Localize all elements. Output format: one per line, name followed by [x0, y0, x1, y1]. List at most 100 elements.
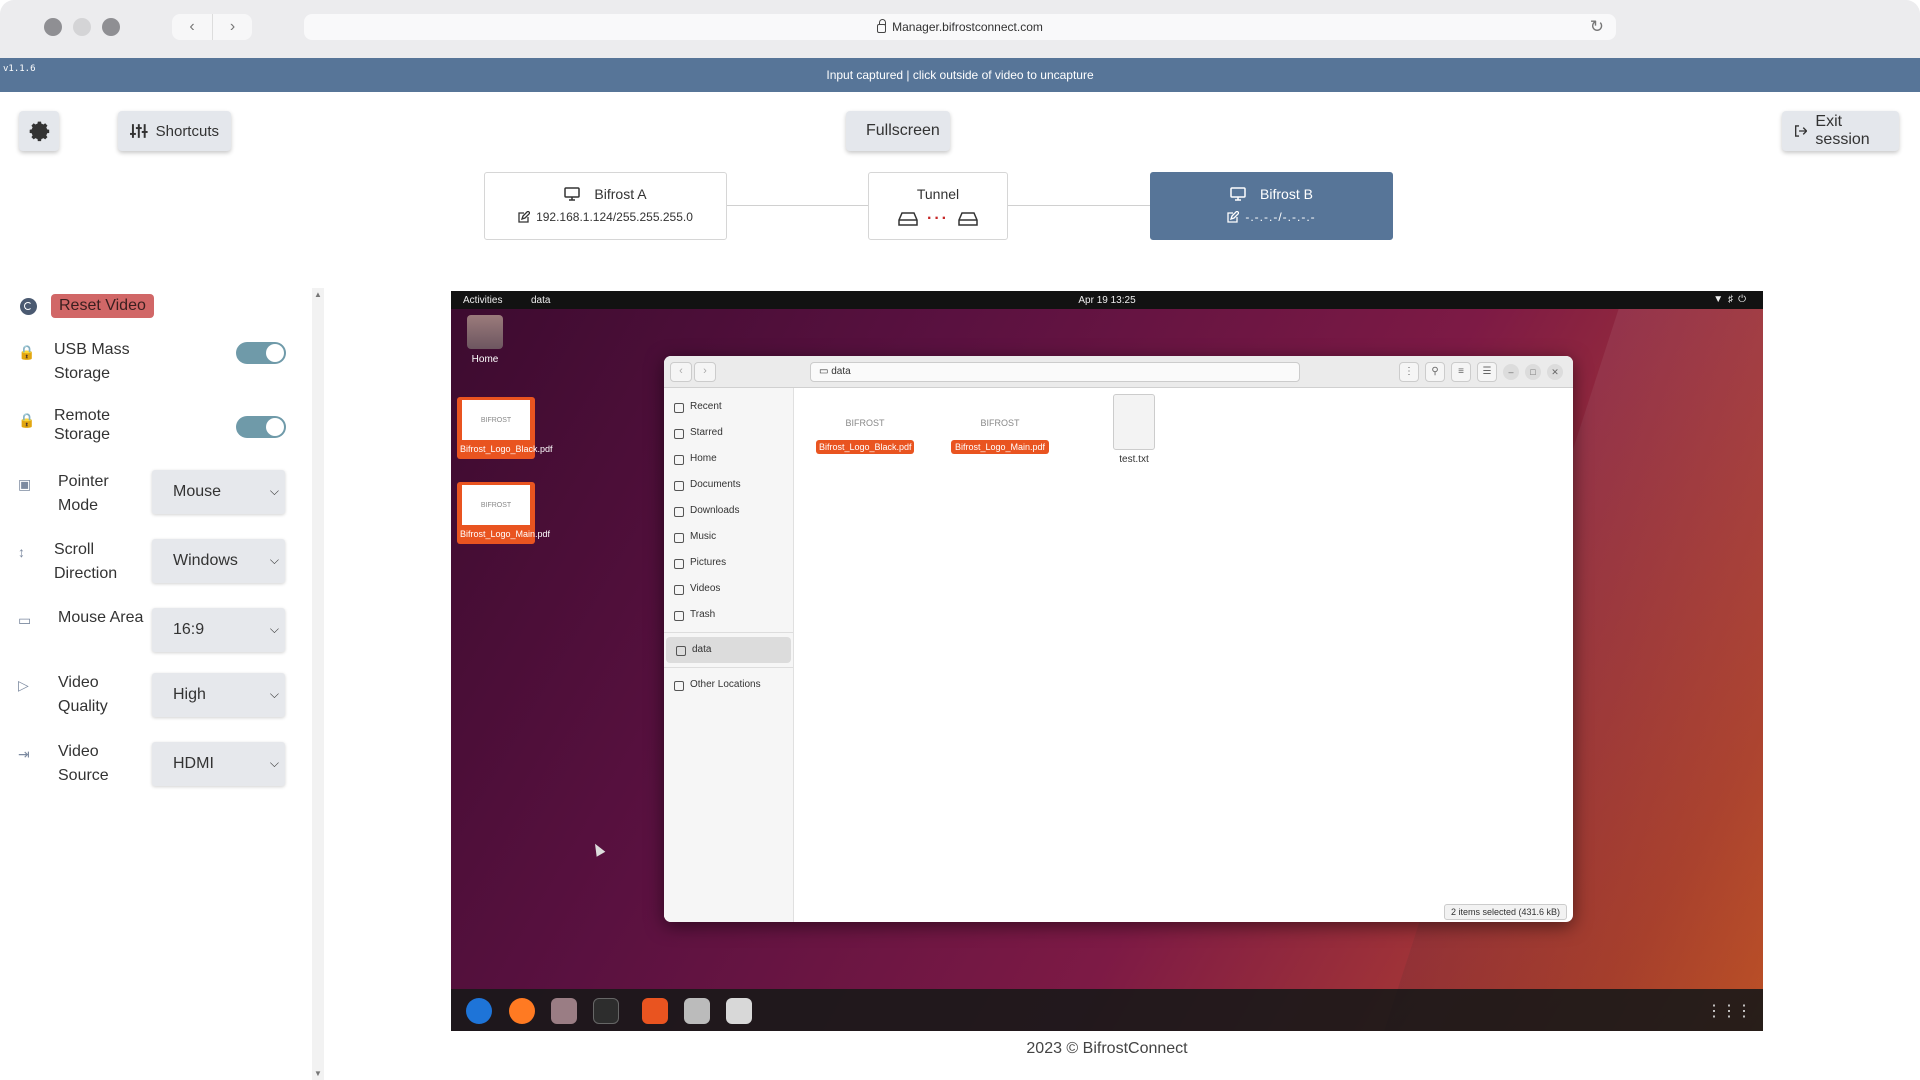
desktop-file[interactable]: BIFROST Bifrost_Logo_Black.pdf — [457, 397, 553, 459]
pointer-mode-label: Pointer Mode — [58, 473, 109, 514]
fm-hamburger-button[interactable]: ☰ — [1477, 362, 1497, 382]
close-window-button[interactable] — [44, 18, 62, 36]
address-bar[interactable]: Manager.bifrostconnect.com ↻ — [304, 14, 1616, 40]
minimize-window-button[interactable] — [73, 18, 91, 36]
fm-menu-button[interactable]: ⋮ — [1399, 362, 1419, 382]
bifrost-a-node[interactable]: Bifrost A 192.168.1.124/255.255.255.0 — [484, 172, 727, 240]
desktop-home-label: Home — [471, 354, 499, 365]
forward-button[interactable]: › — [212, 14, 252, 40]
text-file-icon — [1113, 394, 1155, 450]
pdf-logo-text: BIFROST — [480, 416, 512, 424]
fm-place-downloads[interactable]: Downloads — [664, 498, 793, 524]
scroll-down-icon[interactable]: ▼ — [314, 1069, 322, 1078]
remote-video-stream[interactable]: Activities data Apr 19 13:25 ▼♯⏻ Home BI… — [451, 291, 1763, 1031]
bifrost-b-node[interactable]: Bifrost B -.-.-.-/-.-.-.- — [1150, 172, 1393, 240]
files-icon[interactable] — [551, 998, 577, 1024]
fm-maximize-button[interactable]: □ — [1525, 364, 1541, 380]
reset-video-button[interactable]: Reset Video — [51, 294, 154, 318]
fm-place-documents[interactable]: Documents — [664, 472, 793, 498]
scroll-up-icon[interactable]: ▲ — [314, 290, 322, 299]
fullscreen-button[interactable]: Fullscreen — [846, 111, 950, 151]
divider — [664, 632, 793, 633]
remote-storage-toggle[interactable] — [236, 416, 286, 438]
fm-path-bar[interactable]: ▭ data — [810, 362, 1300, 382]
fm-place-home[interactable]: Home — [664, 446, 793, 472]
fm-minimize-button[interactable]: – — [1503, 364, 1519, 380]
software-store-icon[interactable] — [642, 998, 668, 1024]
scroll-direction-label: Scroll Direction — [54, 541, 118, 582]
fm-place-recent[interactable]: Recent — [664, 394, 793, 420]
fm-forward-button[interactable]: › — [694, 362, 716, 382]
fm-place-starred[interactable]: Starred — [664, 420, 793, 446]
app-grid-icon[interactable]: ⋮⋮⋮ — [1706, 1001, 1752, 1021]
connection-line — [727, 205, 868, 206]
gear-icon — [29, 121, 50, 142]
fm-path-text: data — [831, 366, 851, 377]
usb-storage-toggle[interactable] — [236, 342, 286, 364]
shortcuts-button[interactable]: Shortcuts — [118, 111, 231, 151]
url-text: Manager.bifrostconnect.com — [892, 20, 1043, 34]
fm-search-button[interactable]: ⚲ — [1425, 362, 1445, 382]
fm-view-button[interactable]: ≡ — [1451, 362, 1471, 382]
chevron-down-icon: ⌵ — [267, 622, 279, 637]
bifrost-b-title: Bifrost B — [1260, 186, 1313, 202]
fm-close-button[interactable]: ✕ — [1547, 364, 1563, 380]
capture-status-bar: v1.1.6 Input captured | click outside of… — [0, 58, 1920, 92]
reload-icon[interactable]: ↻ — [1590, 17, 1604, 37]
footer-copyright: 2023 © BifrostConnect — [1026, 1040, 1188, 1057]
fm-place-trash[interactable]: Trash — [664, 602, 793, 628]
mouse-area-select[interactable]: 16:9 ⌵ — [152, 608, 285, 652]
scroll-direction-select[interactable]: Windows ⌵ — [152, 539, 285, 583]
monitor-icon — [1230, 187, 1246, 201]
fm-place-pictures[interactable]: Pictures — [664, 550, 793, 576]
trash-icon[interactable] — [726, 998, 752, 1024]
back-button[interactable]: ‹ — [172, 14, 212, 40]
window-controls — [44, 18, 120, 36]
connection-line — [1008, 205, 1150, 206]
system-tray-icons[interactable]: ▼♯⏻ — [1713, 294, 1751, 305]
mouse-area-row: ▭ Mouse Area — [18, 606, 164, 630]
fm-back-button[interactable]: ‹ — [670, 362, 692, 382]
clock[interactable]: Apr 19 13:25 — [451, 295, 1763, 306]
fm-sidebar: Recent Starred Home Documents Downloads … — [664, 388, 794, 922]
fm-place-videos[interactable]: Videos — [664, 576, 793, 602]
edit-icon[interactable] — [518, 211, 531, 223]
usb-storage-label: USB Mass Storage — [54, 341, 130, 382]
fm-mount-data[interactable]: data — [666, 637, 791, 663]
fm-file-item[interactable]: test.txt — [1085, 394, 1183, 465]
browser-chrome: ‹ › Manager.bifrostconnect.com ↻ — [0, 0, 1920, 58]
desktop-file[interactable]: BIFROST Bifrost_Logo_Main.pdf — [457, 482, 550, 544]
ubuntu-top-bar: Activities data Apr 19 13:25 ▼♯⏻ — [451, 291, 1763, 309]
usb-drive-icon[interactable] — [684, 998, 710, 1024]
browser-nav: ‹ › — [172, 14, 252, 40]
mouse-cursor — [590, 841, 606, 857]
video-source-select[interactable]: HDMI ⌵ — [152, 742, 285, 786]
fm-file-name: Bifrost_Logo_Black.pdf — [816, 440, 914, 454]
maximize-window-button[interactable] — [102, 18, 120, 36]
exit-session-button[interactable]: Exit session — [1782, 111, 1899, 151]
edit-icon[interactable] — [1227, 211, 1240, 223]
video-quality-select[interactable]: High ⌵ — [152, 673, 285, 717]
file-manager-header: ‹ › ▭ data ⋮ ⚲ ≡ ☰ – □ ✕ — [664, 356, 1573, 388]
terminal-icon[interactable] — [593, 998, 619, 1024]
fm-file-item[interactable]: BIFROST Bifrost_Logo_Black.pdf — [816, 398, 914, 454]
tunnel-status-dots: ··· — [927, 210, 949, 227]
fm-file-item[interactable]: BIFROST Bifrost_Logo_Main.pdf — [951, 398, 1049, 454]
fm-selection-status: 2 items selected (431.6 kB) — [1443, 904, 1567, 920]
pointer-mode-select[interactable]: Mouse ⌵ — [152, 470, 285, 514]
scroll-direction-value: Windows — [173, 552, 238, 569]
desktop-home-icon[interactable]: Home — [467, 315, 503, 365]
settings-button[interactable] — [19, 111, 59, 151]
fullscreen-label: Fullscreen — [866, 122, 940, 139]
fm-place-music[interactable]: Music — [664, 524, 793, 550]
ubuntu-dock: ⋮⋮⋮ — [451, 989, 1763, 1031]
fm-other-locations[interactable]: Other Locations — [664, 672, 793, 698]
sidebar-scrollbar[interactable]: ▲ ▼ — [312, 288, 324, 1080]
firefox-icon[interactable] — [509, 998, 535, 1024]
pointer-icon: ▣ — [18, 476, 32, 492]
monitor-icon — [564, 187, 581, 201]
pdf-thumbnail: BIFROST — [462, 400, 530, 440]
chromium-icon[interactable] — [466, 998, 492, 1024]
bifrost-a-title: Bifrost A — [594, 186, 647, 202]
usb-storage-row: 🔒 USB Mass Storage — [18, 338, 174, 386]
